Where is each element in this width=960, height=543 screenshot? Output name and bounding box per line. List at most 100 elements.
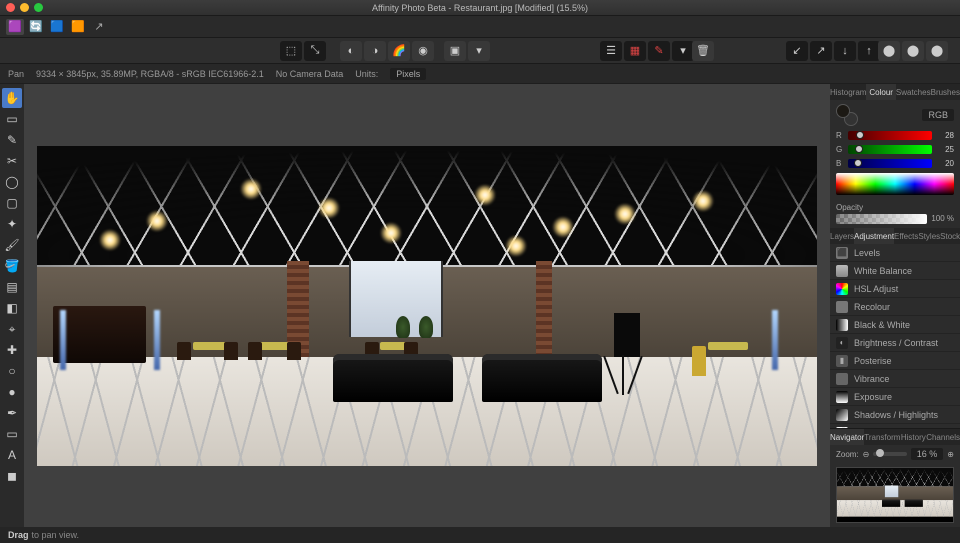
zoom-slider[interactable]	[873, 452, 906, 456]
adjustment-tabs: LayersAdjustmentEffectsStylesStock	[830, 228, 960, 244]
opacity-label: Opacity	[836, 203, 863, 212]
tab-brushes[interactable]: Brushes	[931, 84, 960, 100]
arrange-down-icon[interactable]: ↓	[834, 41, 856, 61]
export-persona[interactable]: ↗	[90, 19, 108, 35]
studio-panel: HistogramColourSwatchesBrushes RGB R28 G…	[830, 84, 960, 527]
paint-brush[interactable]: 🖌	[2, 235, 22, 255]
dodge-tool[interactable]: ○	[2, 361, 22, 381]
hint-bold: Drag	[8, 530, 29, 540]
view-tool[interactable]: ✋	[2, 88, 22, 108]
move-tool[interactable]: ▭	[2, 109, 22, 129]
adjustment-recolour[interactable]: Recolour	[830, 298, 960, 316]
context-bar: Pan 9334 × 3845px, 35.89MP, RGBA/8 - sRG…	[0, 64, 960, 84]
opacity-section: Opacity 100 %	[830, 199, 960, 228]
adjustment-vibrance[interactable]: Vibrance	[830, 370, 960, 388]
fill-tool[interactable]: 🪣	[2, 256, 22, 276]
selection-brush[interactable]: ◯	[2, 172, 22, 192]
hint-bar: Drag to pan view.	[0, 527, 960, 543]
color-mode[interactable]: RGB	[922, 109, 954, 121]
adjustment-white-balance[interactable]: White Balance	[830, 262, 960, 280]
erase-tool[interactable]: ◧	[2, 298, 22, 318]
arrange-up-icon[interactable]: ↑	[858, 41, 880, 61]
quickmask-icon[interactable]: ⬤	[878, 41, 900, 61]
swatch-fg[interactable]: ◼	[2, 466, 22, 486]
crop-tool[interactable]: ✂	[2, 151, 22, 171]
snap-icon[interactable]: ☰	[600, 41, 622, 61]
tab-adjustment[interactable]: Adjustment	[854, 228, 894, 244]
tab-effects[interactable]: Effects	[894, 228, 918, 244]
adjustment-hsl-adjust[interactable]: HSL Adjust	[830, 280, 960, 298]
align-icon[interactable]: ▦	[624, 41, 646, 61]
navigator-section: NavigatorTransformHistoryChannels Zoom: …	[830, 428, 960, 527]
opacity-value[interactable]: 100 %	[931, 214, 954, 223]
zoom-window[interactable]	[34, 3, 43, 12]
shape-tool[interactable]: ▭	[2, 424, 22, 444]
minimize-window[interactable]	[20, 3, 29, 12]
main-area: ✋ ▭ ✎ ✂ ◯ ▢ ✦ 🖌 🪣 ▤ ◧ ⌖ ✚ ○ ● ✒ ▭ A ◼	[0, 84, 960, 527]
heal-tool[interactable]: ✚	[2, 340, 22, 360]
gradient-tool[interactable]: ▤	[2, 277, 22, 297]
split-view-icon[interactable]: ▾	[468, 41, 490, 61]
adjustment-exposure[interactable]: Exposure	[830, 388, 960, 406]
color-wells[interactable]	[836, 104, 858, 126]
move-tool-icon[interactable]: ⤡	[304, 41, 326, 61]
zoom-in[interactable]: ⊕	[947, 450, 954, 459]
tab-navigator[interactable]: Navigator	[830, 429, 864, 445]
color-tabs: HistogramColourSwatchesBrushes	[830, 84, 960, 100]
image-dims: 9334 × 3845px, 35.89MP, RGBA/8 - sRGB IE…	[36, 69, 264, 79]
more-icon[interactable]: ▾	[672, 41, 694, 61]
navigator-tabs: NavigatorTransformHistoryChannels	[830, 429, 960, 445]
text-tool[interactable]: A	[2, 445, 22, 465]
b-slider[interactable]: B20	[836, 157, 954, 169]
arrange-back-icon[interactable]: ↙	[786, 41, 808, 61]
spectrum-picker[interactable]	[836, 173, 954, 195]
tone-persona[interactable]: 🟧	[69, 19, 87, 35]
zoom-value[interactable]: 16 %	[911, 448, 944, 460]
photo-persona[interactable]: 🟪	[6, 19, 24, 35]
arrange-fwd-icon[interactable]: ↗	[810, 41, 832, 61]
burn-tool[interactable]: ●	[2, 382, 22, 402]
adjustment-brightness-contrast[interactable]: ◐Brightness / Contrast	[830, 334, 960, 352]
tab-transform[interactable]: Transform	[864, 429, 900, 445]
clone-tool[interactable]: ⌖	[2, 319, 22, 339]
adjustment-black-white[interactable]: Black & White	[830, 316, 960, 334]
tab-channels[interactable]: Channels	[926, 429, 960, 445]
color-picker[interactable]: ✎	[2, 130, 22, 150]
tab-history[interactable]: History	[900, 429, 926, 445]
maskadd-icon[interactable]: ⬤	[902, 41, 924, 61]
tab-layers[interactable]: Layers	[830, 228, 854, 244]
develop-persona[interactable]: 🟦	[48, 19, 66, 35]
document-canvas[interactable]	[37, 146, 817, 466]
tab-styles[interactable]: Styles	[918, 228, 940, 244]
g-slider[interactable]: G25	[836, 143, 954, 155]
autowb-icon[interactable]: 🌈	[388, 41, 410, 61]
adjustment-levels[interactable]: ⬛Levels	[830, 244, 960, 262]
navigator-thumb[interactable]	[836, 467, 954, 523]
autolevels-icon[interactable]: ◐	[340, 41, 362, 61]
close-window[interactable]	[6, 3, 15, 12]
opacity-slider[interactable]	[836, 214, 927, 224]
crop-display-icon[interactable]: ▣	[444, 41, 466, 61]
r-slider[interactable]: R28	[836, 129, 954, 141]
autocontrast-icon[interactable]: ◑	[364, 41, 386, 61]
tab-histogram[interactable]: Histogram	[830, 84, 866, 100]
liquify-persona[interactable]: 🔄	[27, 19, 45, 35]
adjustment-posterise[interactable]: ▮Posterise	[830, 352, 960, 370]
assist-icon[interactable]: ✎	[648, 41, 670, 61]
trash-icon[interactable]: 🗑	[692, 41, 714, 61]
adjustment-list: ⬛Levels White Balance HSL Adjust Recolou…	[830, 244, 960, 428]
flood-select[interactable]: ✦	[2, 214, 22, 234]
selection-tool-icon[interactable]: ⬚	[280, 41, 302, 61]
persona-toolbar: 🟪 🔄 🟦 🟧 ↗	[0, 16, 960, 38]
tab-colour[interactable]: Colour	[866, 84, 895, 100]
adjustment-shadows-highlights[interactable]: Shadows / Highlights	[830, 406, 960, 424]
zoom-label: Zoom:	[836, 450, 859, 459]
autocolor-icon[interactable]: ◉	[412, 41, 434, 61]
marquee-tool[interactable]: ▢	[2, 193, 22, 213]
tab-swatches[interactable]: Swatches	[896, 84, 931, 100]
tab-stock[interactable]: Stock	[940, 228, 960, 244]
units-select[interactable]: Pixels	[390, 68, 426, 80]
pen-tool[interactable]: ✒	[2, 403, 22, 423]
zoom-out[interactable]: ⊖	[863, 450, 870, 459]
masksub-icon[interactable]: ⬤	[926, 41, 948, 61]
